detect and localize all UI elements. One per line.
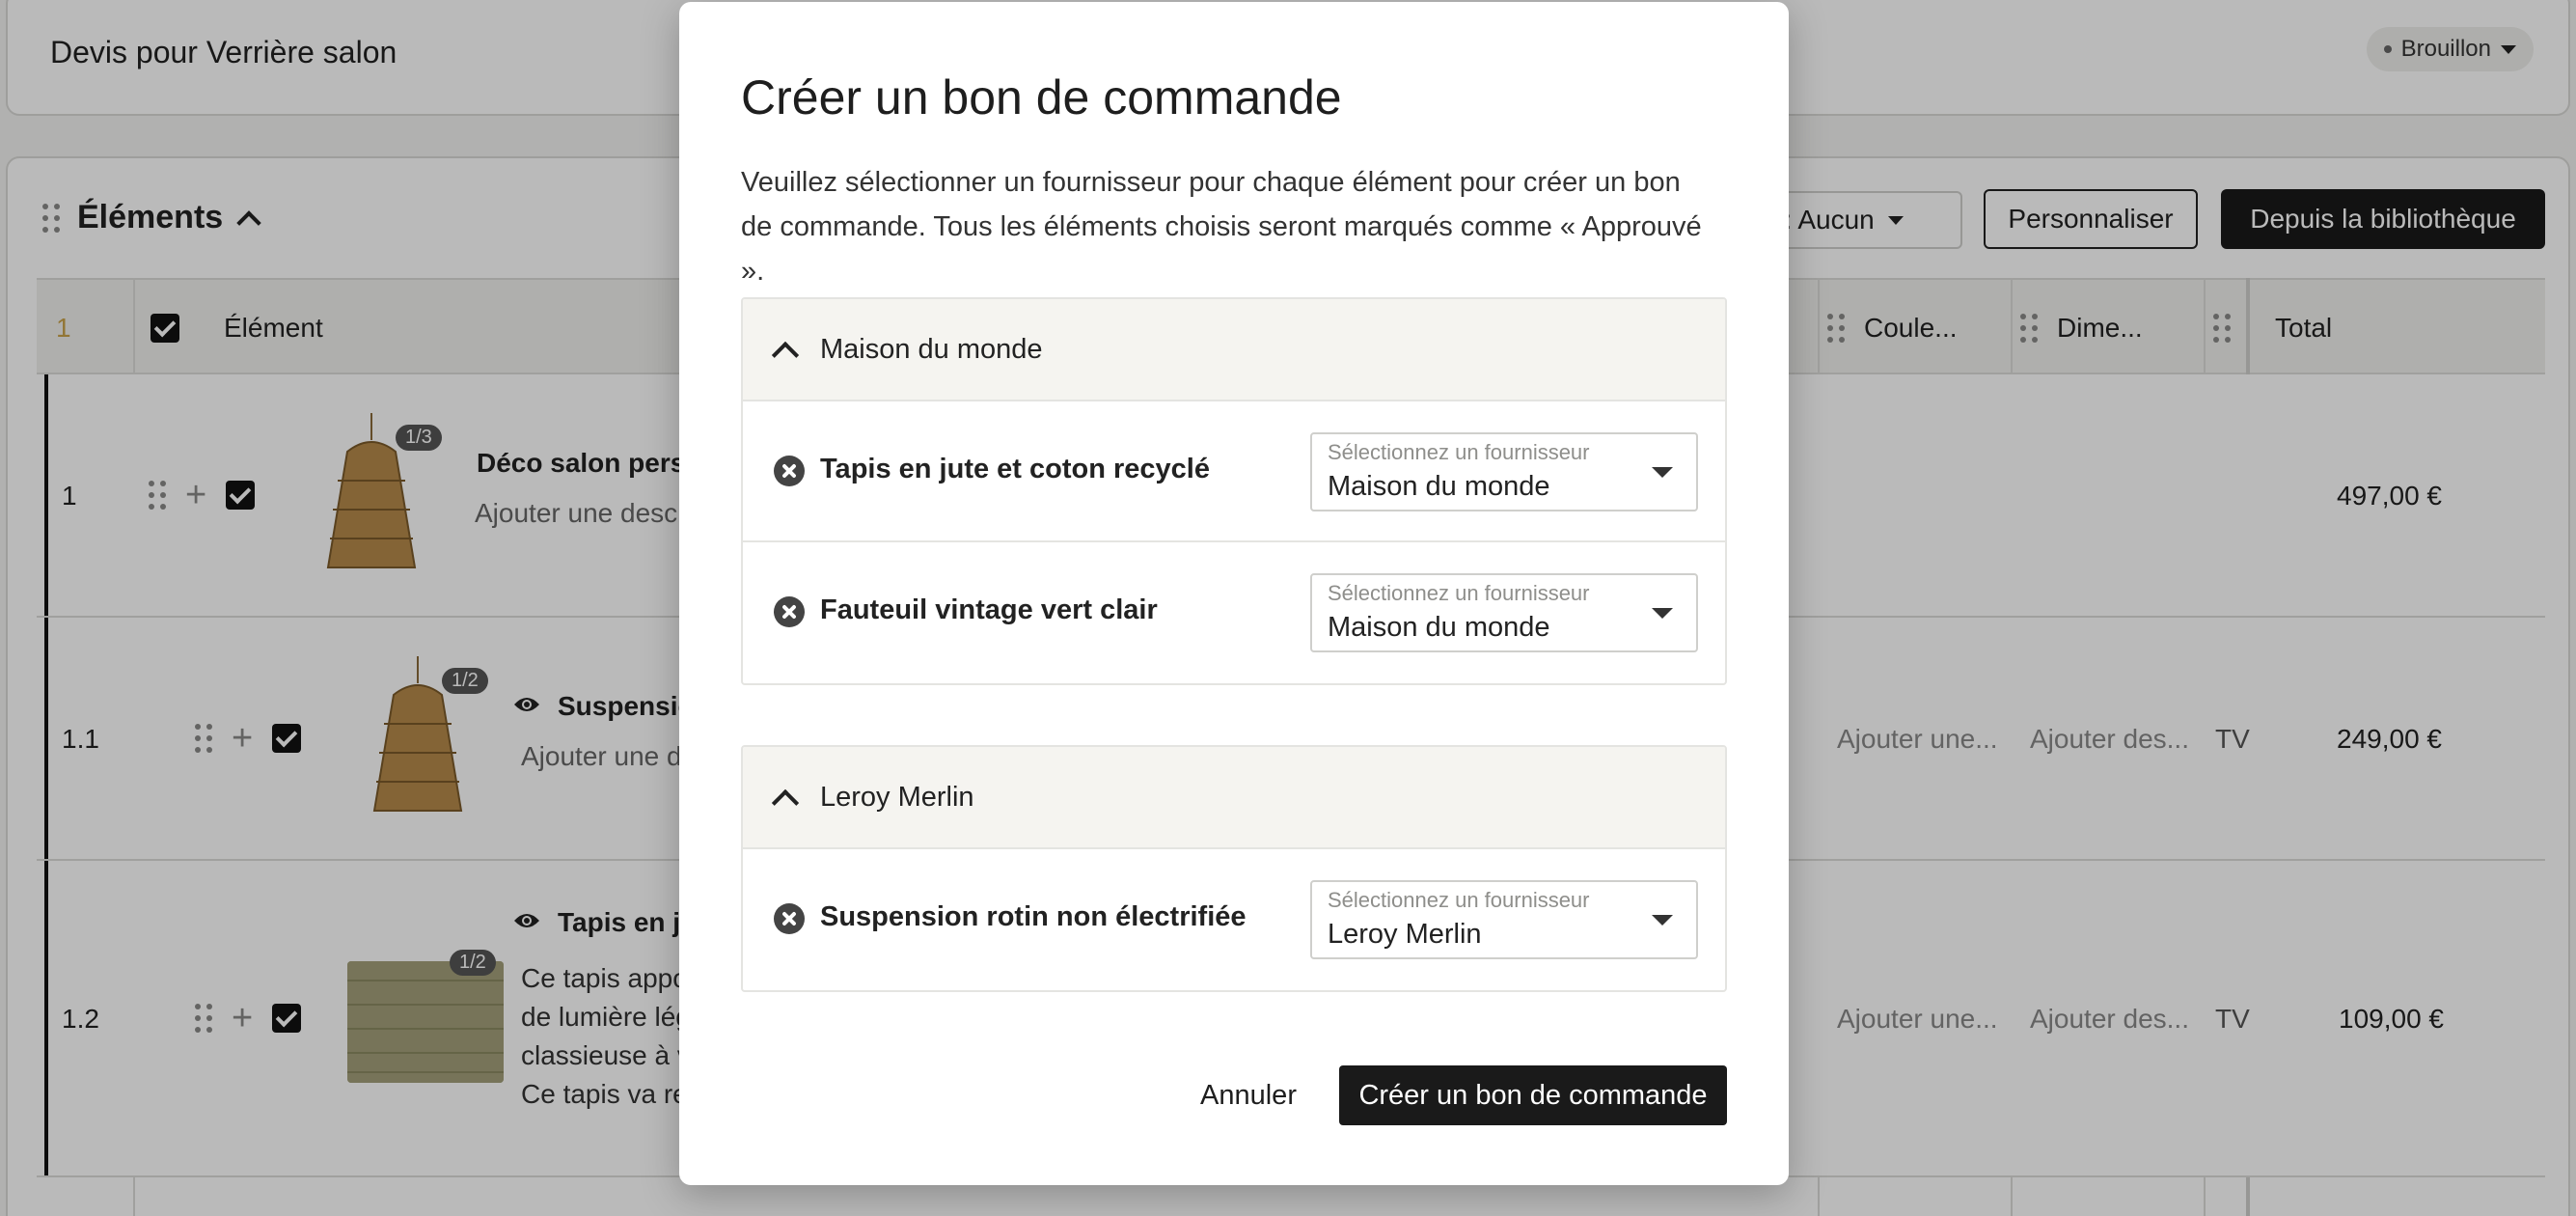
order-line-item: Suspension rotin non électrifiée Sélecti… xyxy=(743,849,1725,990)
order-item-label: Fauteuil vintage vert clair xyxy=(820,594,1158,625)
select-value: Leroy Merlin xyxy=(1328,919,1482,950)
cancel-button[interactable]: Annuler xyxy=(1156,1065,1341,1125)
chevron-up-icon xyxy=(771,341,800,370)
supplier-group-name: Maison du monde xyxy=(820,333,1043,365)
dialog-description: Veuillez sélectionner un fournisseur pou… xyxy=(741,167,1702,287)
order-item-label: Suspension rotin non électrifiée xyxy=(820,901,1247,932)
caret-down-icon xyxy=(1652,608,1673,619)
select-label: Sélectionnez un fournisseur xyxy=(1328,888,1590,912)
select-value: Maison du monde xyxy=(1328,612,1550,643)
create-purchase-order-button[interactable]: Créer un bon de commande xyxy=(1339,1065,1727,1125)
supplier-group-header[interactable]: Leroy Merlin xyxy=(743,747,1725,849)
order-line-item: Tapis en jute et coton recyclé Sélection… xyxy=(743,401,1725,542)
order-item-label: Tapis en jute et coton recyclé xyxy=(820,454,1210,484)
chevron-up-icon xyxy=(771,788,800,817)
remove-circle-icon[interactable] xyxy=(774,903,805,934)
remove-circle-icon[interactable] xyxy=(774,596,805,627)
supplier-group: Maison du monde Tapis en jute et coton r… xyxy=(741,297,1727,685)
select-value: Maison du monde xyxy=(1328,471,1550,502)
select-label: Sélectionnez un fournisseur xyxy=(1328,440,1590,464)
remove-circle-icon[interactable] xyxy=(774,456,805,486)
supplier-group-header[interactable]: Maison du monde xyxy=(743,299,1725,401)
caret-down-icon xyxy=(1652,467,1673,478)
supplier-select[interactable]: Sélectionnez un fournisseur Maison du mo… xyxy=(1310,432,1698,511)
order-line-item: Fauteuil vintage vert clair Sélectionnez… xyxy=(743,542,1725,683)
select-label: Sélectionnez un fournisseur xyxy=(1328,581,1590,605)
supplier-group-name: Leroy Merlin xyxy=(820,781,974,813)
supplier-select[interactable]: Sélectionnez un fournisseur Leroy Merlin xyxy=(1310,880,1698,959)
supplier-select[interactable]: Sélectionnez un fournisseur Maison du mo… xyxy=(1310,573,1698,652)
supplier-group: Leroy Merlin Suspension rotin non électr… xyxy=(741,745,1727,992)
caret-down-icon xyxy=(1652,915,1673,926)
dialog-title: Créer un bon de commande xyxy=(741,70,1342,124)
purchase-order-dialog: Créer un bon de commande Veuillez sélect… xyxy=(679,2,1789,1185)
